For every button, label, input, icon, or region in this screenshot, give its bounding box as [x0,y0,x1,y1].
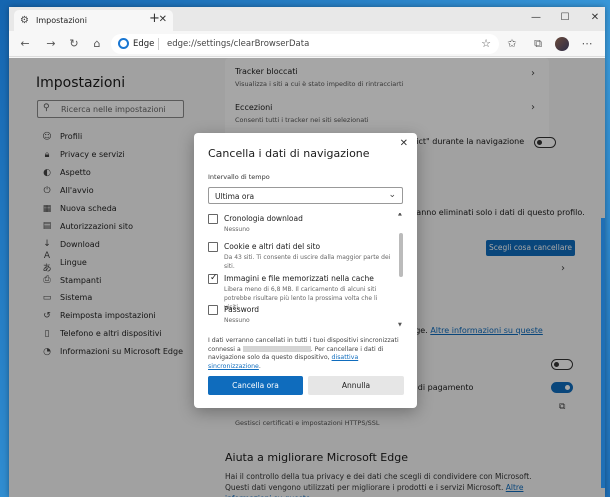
favorite-star-icon[interactable]: ☆ [481,37,491,50]
close-window-button[interactable]: ✕ [575,9,605,27]
edge-icon [118,38,129,49]
favorites-icon[interactable]: ✩ [504,36,520,52]
close-icon[interactable]: ✕ [400,138,408,149]
cancel-button[interactable]: Annulla [308,376,404,395]
back-icon[interactable]: ← [17,36,33,52]
site-label: Edge [133,39,155,49]
checkbox[interactable] [208,214,218,224]
clear-data-dialog: Cancella i dati di navigazione ✕ Interva… [194,133,417,408]
option-title: Immagini e file memorizzati nella cache [224,274,374,283]
avatar[interactable] [555,37,569,51]
address-divider [158,38,159,50]
interval-select[interactable]: Ultima ora ⌄ [208,187,403,204]
option-sub: Da 43 siti. Ti consente di uscire dalla … [224,254,391,270]
refresh-icon[interactable]: ↻ [66,36,82,52]
option-sub: Nessuno [224,226,250,233]
checkbox-checked[interactable] [208,273,218,284]
forward-icon[interactable]: → [43,36,59,52]
data-options-list: Cronologia download Nessuno Cookie e alt… [208,213,404,327]
chevron-down-icon: ⌄ [388,190,396,200]
scroll-up-icon[interactable]: ▲ [398,213,402,217]
tab-strip: ⚙ Impostazioni ✕ + — ☐ ✕ [9,7,605,31]
gear-icon: ⚙ [20,15,29,26]
address-toolbar: ← → ↻ ⌂ Edge edge://settings/clearBrowse… [9,31,605,57]
more-menu-icon[interactable]: ⋯ [579,36,595,52]
home-icon[interactable]: ⌂ [89,36,105,52]
option-sub: Nessuno [224,317,250,324]
option-title: Password [224,305,260,314]
desktop-edge [601,218,605,488]
tab-title: Impostazioni [36,16,87,25]
option-title: Cronologia download [224,214,303,223]
scroll-down-icon[interactable]: ▼ [398,322,402,327]
note-end: . [258,362,261,370]
sync-note: I dati verranno cancellati in tutti i tu… [208,337,404,371]
address-bar[interactable]: Edge edge://settings/clearBrowserData ☆ [111,34,499,54]
collections-icon[interactable]: ⧉ [530,36,546,52]
url-text[interactable]: edge://settings/clearBrowserData [167,39,309,49]
new-tab-button[interactable]: + [149,11,160,26]
scroll-thumb[interactable] [399,233,403,277]
list-scrollbar[interactable]: ▲ ▼ [398,213,404,327]
option-title: Cookie e altri dati del sito [224,242,321,251]
interval-label: Intervallo di tempo [208,173,270,181]
dialog-title: Cancella i dati di navigazione [208,147,370,160]
interval-value: Ultima ora [215,192,255,201]
checkbox[interactable] [208,305,218,315]
checkbox[interactable] [208,242,218,252]
redacted-account [242,345,311,352]
clear-now-button[interactable]: Cancella ora [208,376,303,395]
